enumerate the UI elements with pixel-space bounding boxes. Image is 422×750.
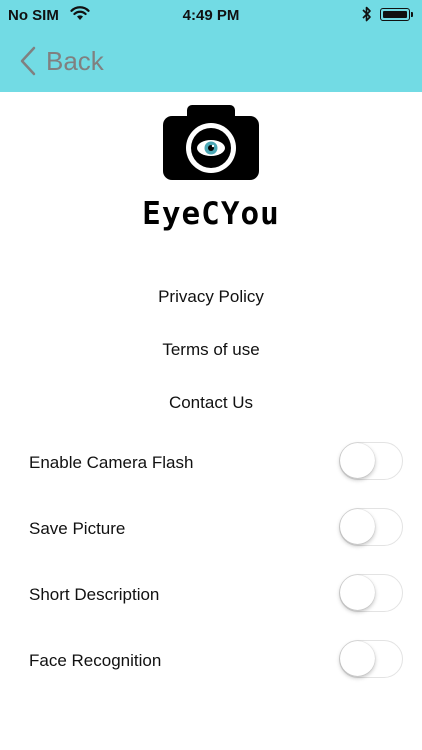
- setting-row-face-recognition: Face Recognition: [0, 639, 422, 683]
- bluetooth-icon: [362, 5, 372, 27]
- toggle-knob: [340, 641, 375, 676]
- app-name: EyeCYou: [142, 196, 280, 232]
- toggle-knob: [340, 575, 375, 610]
- camera-flash-toggle[interactable]: [339, 442, 403, 480]
- face-recognition-toggle[interactable]: [339, 640, 403, 678]
- short-description-toggle[interactable]: [339, 574, 403, 612]
- save-picture-toggle[interactable]: [339, 508, 403, 546]
- back-label: Back: [46, 45, 104, 76]
- status-bar: No SIM 4:49 PM: [0, 0, 422, 32]
- back-button[interactable]: Back: [18, 44, 104, 78]
- toggle-knob: [340, 443, 375, 478]
- setting-row-save-picture: Save Picture: [0, 507, 422, 551]
- camera-flash-label: Enable Camera Flash: [29, 453, 194, 472]
- chevron-left-icon: [18, 45, 38, 77]
- toggle-knob: [340, 509, 375, 544]
- save-picture-label: Save Picture: [29, 519, 126, 538]
- setting-row-short-description: Short Description: [0, 573, 422, 617]
- contact-us-link[interactable]: Contact Us: [0, 393, 422, 413]
- terms-of-use-link[interactable]: Terms of use: [0, 340, 422, 360]
- short-description-label: Short Description: [29, 585, 160, 604]
- setting-row-camera-flash: Enable Camera Flash: [0, 441, 422, 485]
- status-time: 4:49 PM: [182, 7, 240, 24]
- battery-icon: [380, 8, 413, 21]
- camera-logo-icon: [161, 103, 261, 183]
- privacy-policy-link[interactable]: Privacy Policy: [0, 287, 422, 307]
- face-recognition-label: Face Recognition: [29, 651, 162, 670]
- navigation-header: No SIM 4:49 PM Back: [0, 0, 422, 92]
